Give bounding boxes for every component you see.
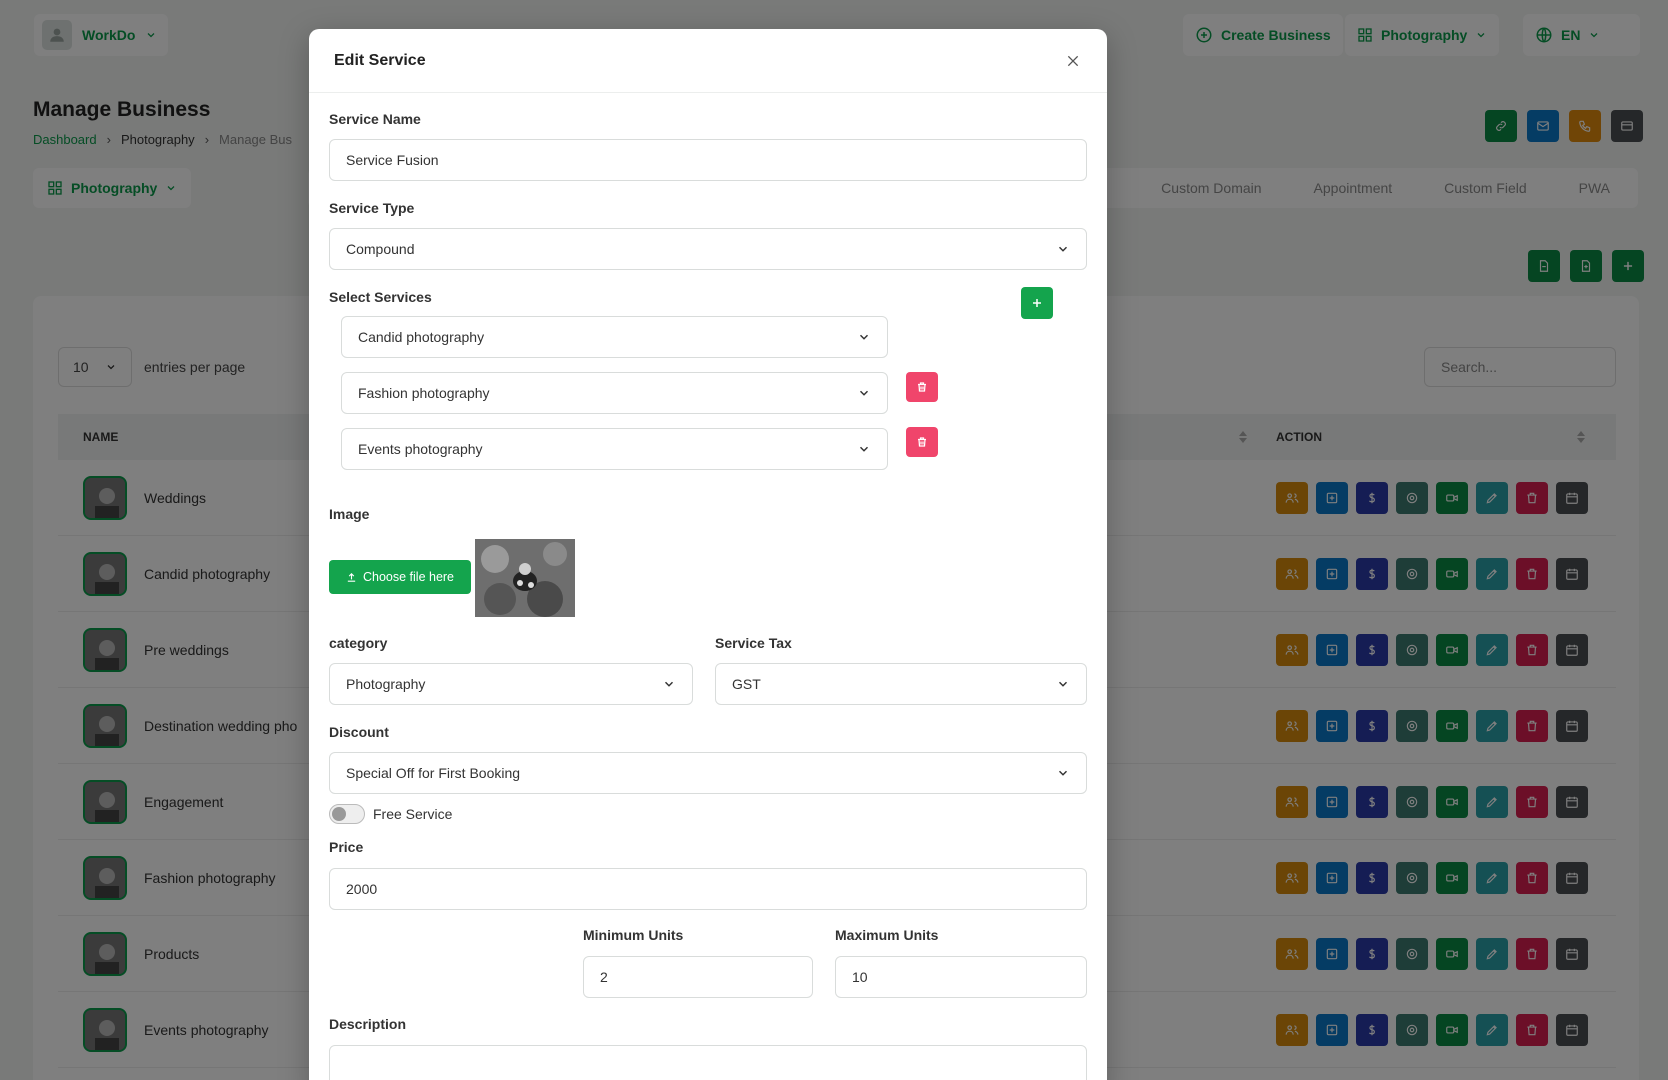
service-select-1[interactable]: Candid photography xyxy=(341,316,888,358)
category-select[interactable]: Photography xyxy=(329,663,693,705)
min-units-value: 2 xyxy=(600,969,608,985)
chevron-down-icon xyxy=(1056,242,1070,256)
delete-service-2-button[interactable] xyxy=(906,372,938,402)
discount-select[interactable]: Special Off for First Booking xyxy=(329,752,1087,794)
service-select-3[interactable]: Events photography xyxy=(341,428,888,470)
edit-service-modal: Edit Service Service Name Service Fusion… xyxy=(309,29,1107,1080)
choose-file-button[interactable]: Choose file here xyxy=(329,560,471,594)
upload-icon xyxy=(346,572,357,583)
add-service-button[interactable] xyxy=(1021,287,1053,319)
chevron-down-icon xyxy=(662,677,676,691)
service-name-value: Service Fusion xyxy=(346,152,439,168)
choose-file-label: Choose file here xyxy=(362,570,455,584)
category-value: Photography xyxy=(346,676,426,692)
max-units-label: Maximum Units xyxy=(835,927,939,943)
service-select-2-value: Fashion photography xyxy=(358,385,490,401)
discount-label: Discount xyxy=(329,724,389,740)
category-label: category xyxy=(329,635,388,651)
min-units-input[interactable]: 2 xyxy=(583,956,813,998)
service-tax-select[interactable]: GST xyxy=(715,663,1087,705)
service-tax-value: GST xyxy=(732,676,761,692)
modal-title: Edit Service xyxy=(334,51,426,69)
modal-header: Edit Service xyxy=(309,29,1107,93)
service-tax-label: Service Tax xyxy=(715,635,792,651)
delete-service-3-button[interactable] xyxy=(906,427,938,457)
service-name-input[interactable]: Service Fusion xyxy=(329,139,1087,181)
service-type-value: Compound xyxy=(346,241,415,257)
price-value: 2000 xyxy=(346,881,378,897)
chevron-down-icon xyxy=(1056,766,1070,780)
chevron-down-icon xyxy=(857,386,871,400)
chevron-down-icon xyxy=(857,442,871,456)
image-preview xyxy=(475,539,575,617)
service-name-label: Service Name xyxy=(329,111,421,127)
description-label: Description xyxy=(329,1016,407,1032)
price-input[interactable]: 2000 xyxy=(329,868,1087,910)
description-textarea[interactable] xyxy=(329,1045,1087,1080)
free-service-toggle[interactable] xyxy=(329,804,365,824)
min-units-label: Minimum Units xyxy=(583,927,684,943)
free-service-label: Free Service xyxy=(373,806,453,822)
max-units-input[interactable]: 10 xyxy=(835,956,1087,998)
max-units-value: 10 xyxy=(852,969,868,985)
chevron-down-icon xyxy=(857,330,871,344)
select-services-label: Select Services xyxy=(329,289,432,305)
service-select-2[interactable]: Fashion photography xyxy=(341,372,888,414)
service-type-label: Service Type xyxy=(329,200,415,216)
close-icon[interactable] xyxy=(1061,49,1085,73)
discount-value: Special Off for First Booking xyxy=(346,765,521,781)
image-label: Image xyxy=(329,506,370,522)
chevron-down-icon xyxy=(1056,677,1070,691)
service-type-select[interactable]: Compound xyxy=(329,228,1087,270)
service-select-3-value: Events photography xyxy=(358,441,483,457)
price-label: Price xyxy=(329,839,364,855)
service-select-1-value: Candid photography xyxy=(358,329,485,345)
